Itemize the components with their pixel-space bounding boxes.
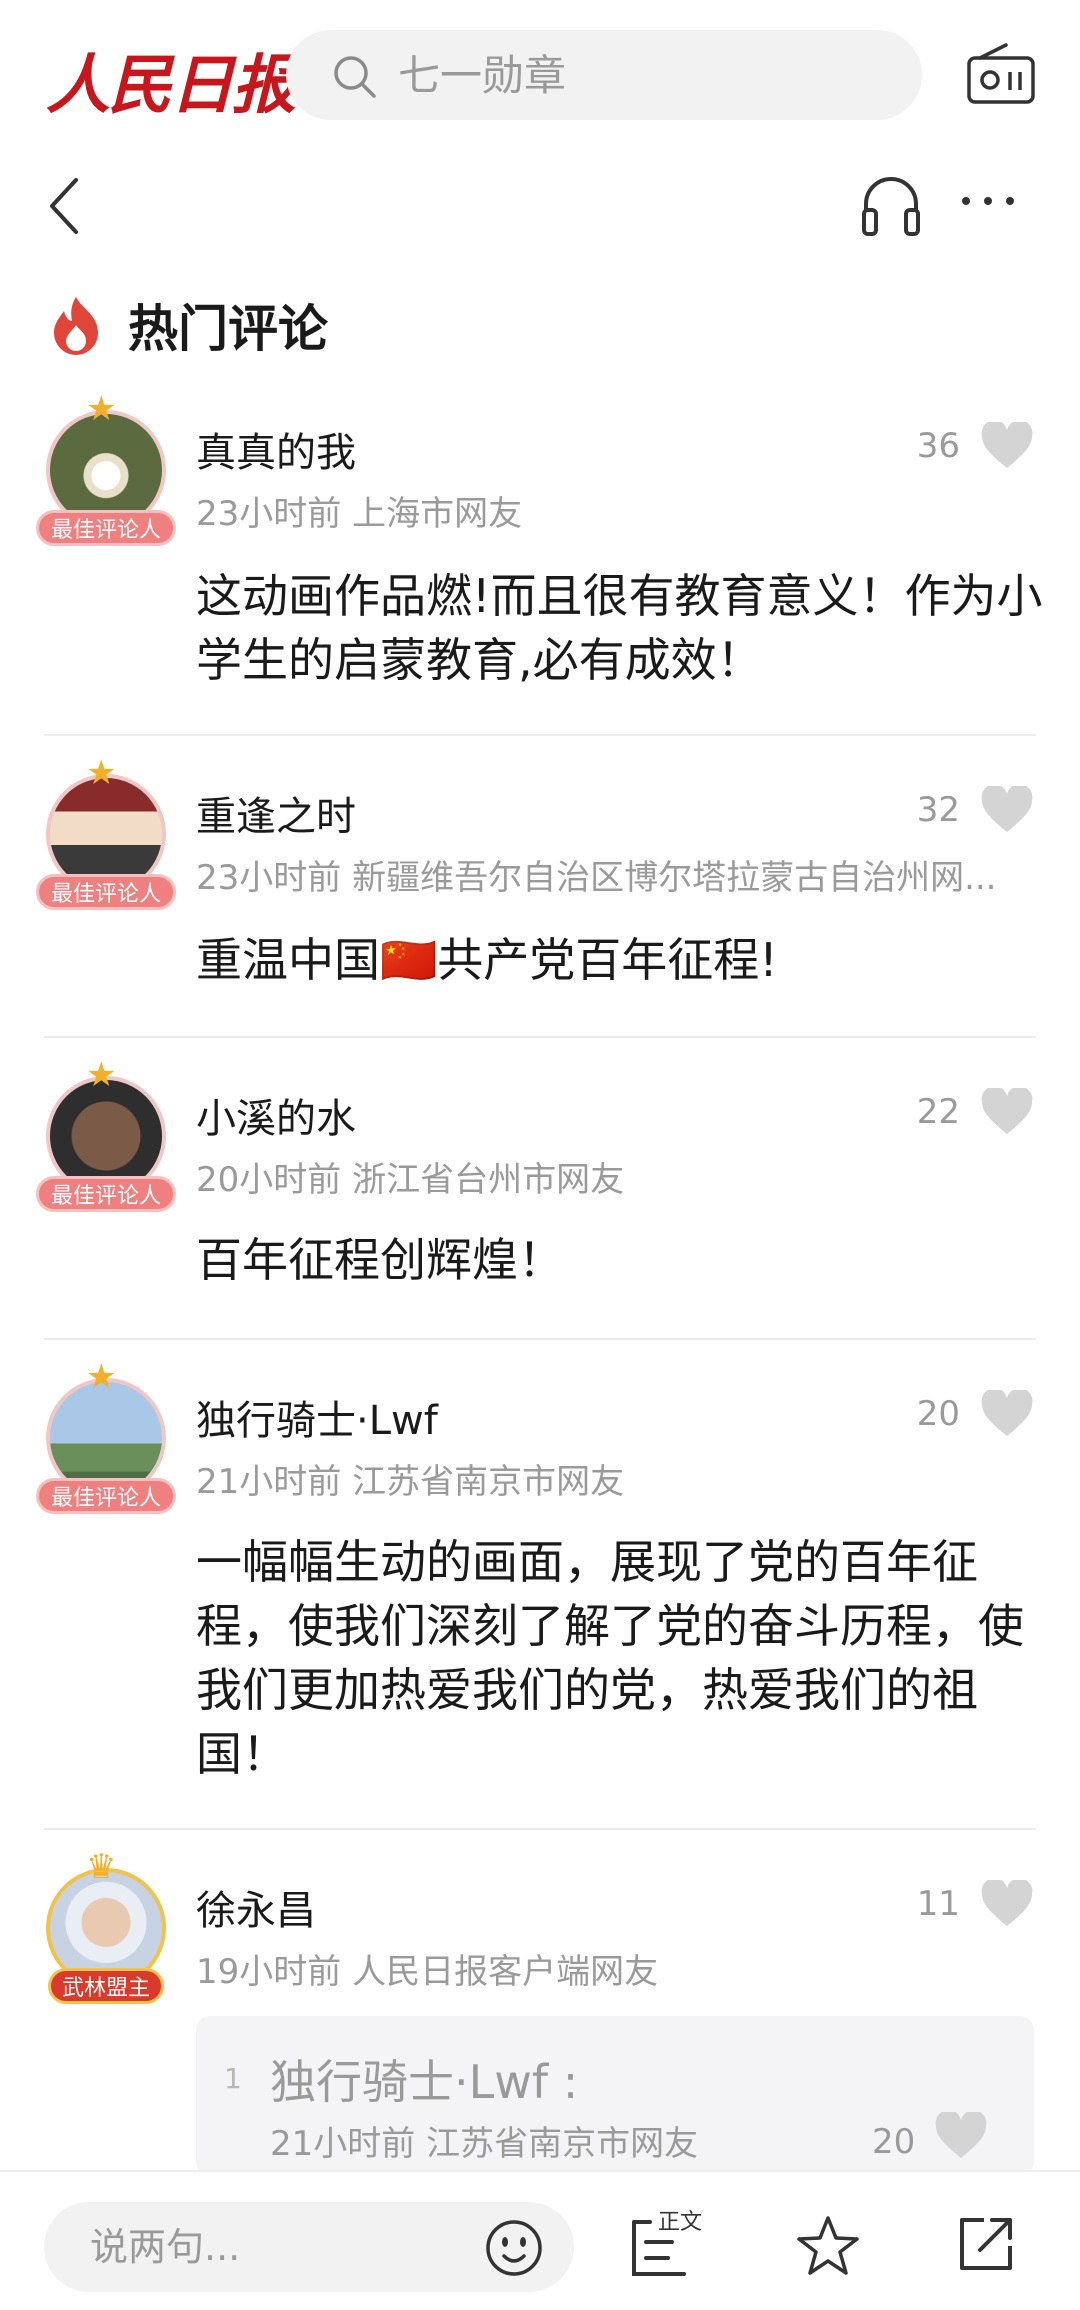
commenter-name[interactable]: 独行骑士·Lwf	[196, 1388, 438, 1446]
comment-meta: 20小时前 浙江省台州市网友	[196, 1160, 625, 1200]
top-bar: 人民日报	[0, 0, 1080, 150]
comment-text: 这动画作品燃!而且很有教育意义！作为小学生的启蒙教育,必有成效！	[196, 569, 1043, 687]
share-icon[interactable]	[956, 2214, 1016, 2274]
star-icon: ★	[86, 1055, 117, 1095]
heart-icon[interactable]	[980, 1088, 1034, 1136]
commenter-name[interactable]: 真真的我	[196, 420, 356, 478]
search-bar[interactable]	[286, 30, 922, 120]
fire-icon	[54, 297, 98, 355]
reply-index: 1	[224, 2062, 242, 2095]
nav-row	[0, 150, 1080, 260]
divider	[44, 1338, 1036, 1340]
best-commenter-badge: 最佳评论人	[36, 874, 176, 910]
crown-icon: ♛	[86, 1847, 117, 1887]
heart-icon[interactable]	[980, 422, 1034, 470]
nested-reply[interactable]: 1 独行骑士·Lwf : 21小时前 江苏省南京市网友 20	[196, 2016, 1034, 2176]
comment-text: 百年征程创辉煌！	[196, 1233, 564, 1287]
star-icon[interactable]	[796, 2214, 860, 2278]
star-icon: ★	[86, 389, 117, 429]
back-icon[interactable]	[44, 174, 84, 238]
article-button[interactable]: 正文	[628, 2208, 718, 2288]
divider	[44, 1828, 1036, 1830]
heart-icon[interactable]	[934, 2112, 988, 2160]
section-title: 热门评论	[128, 300, 328, 358]
comment-meta: 21小时前 江苏省南京市网友	[196, 1462, 625, 1502]
search-input[interactable]	[398, 30, 898, 120]
like-count: 20	[916, 1394, 960, 1434]
headphone-icon[interactable]	[858, 172, 924, 238]
like-count: 22	[916, 1092, 960, 1132]
comment-meta: 23小时前 新疆维吾尔自治区博尔塔拉蒙古自治州网...	[196, 858, 997, 898]
bottom-bar: 正文	[0, 2170, 1080, 2310]
best-commenter-badge: 最佳评论人	[36, 1176, 176, 1212]
comment-input-container[interactable]	[44, 2202, 574, 2292]
best-commenter-badge: 最佳评论人	[36, 1478, 176, 1514]
emoji-icon[interactable]	[484, 2218, 544, 2278]
heart-icon[interactable]	[980, 786, 1034, 834]
commenter-name[interactable]: 重逢之时	[196, 784, 356, 842]
comment-text: 一幅幅生动的画面，展现了党的百年征程，使我们深刻了解了党的奋斗历程，使我们更加热…	[196, 1535, 1024, 1781]
article-label: 正文	[658, 2210, 703, 2235]
like-count: 32	[916, 790, 960, 830]
avatar[interactable]: ★ 最佳评论人	[36, 756, 176, 912]
divider	[44, 1036, 1036, 1038]
comment-text: 重温中国🇨🇳共产党百年征程!	[196, 933, 778, 987]
reply-meta: 21小时前 江苏省南京市网友	[270, 2124, 699, 2164]
star-icon: ★	[86, 753, 117, 793]
star-icon: ★	[86, 1357, 117, 1397]
avatar[interactable]: ♛ 武林盟主	[24, 1850, 184, 2006]
reply-like-count: 20	[872, 2122, 916, 2162]
avatar[interactable]: ★ 最佳评论人	[36, 392, 176, 548]
hot-comments-heading: 热门评论	[48, 290, 328, 360]
comment-input[interactable]	[90, 2202, 470, 2292]
divider	[44, 734, 1036, 736]
heart-icon[interactable]	[980, 1390, 1034, 1438]
avatar[interactable]: ★ 最佳评论人	[36, 1058, 176, 1214]
comment-meta: 19小时前 人民日报客户端网友	[196, 1952, 659, 1992]
commenter-name[interactable]: 小溪的水	[196, 1086, 356, 1144]
comment-meta: 23小时前 上海市网友	[196, 494, 523, 534]
app-logo[interactable]: 人民日报	[46, 34, 296, 126]
like-count: 11	[916, 1884, 960, 1924]
like-count: 36	[916, 426, 960, 466]
alliance-leader-badge: 武林盟主	[48, 1968, 164, 2004]
radio-icon[interactable]	[966, 42, 1036, 106]
heart-icon[interactable]	[980, 1880, 1034, 1928]
best-commenter-badge: 最佳评论人	[36, 510, 176, 546]
search-icon	[334, 56, 376, 98]
more-icon[interactable]	[960, 186, 1016, 216]
avatar[interactable]: ★ 最佳评论人	[36, 1360, 176, 1516]
reply-author-name[interactable]: 独行骑士·Lwf :	[270, 2046, 578, 2112]
commenter-name[interactable]: 徐永昌	[196, 1878, 316, 1936]
